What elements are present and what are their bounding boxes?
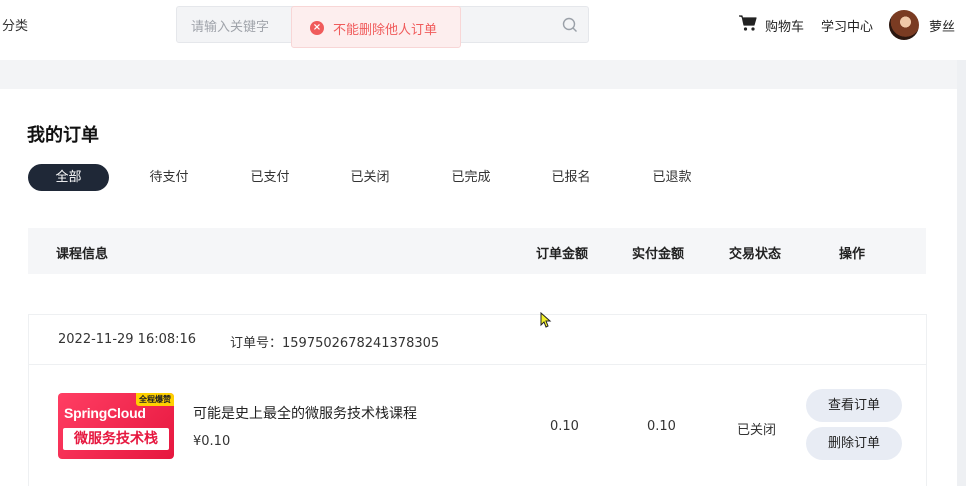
category-menu[interactable]: 分类 (2, 15, 28, 34)
order-number: 订单号：1597502678241378305 (230, 336, 440, 351)
column-trade-status: 交易状态 (729, 247, 782, 262)
search-icon[interactable] (561, 16, 579, 34)
cart-icon[interactable] (738, 14, 758, 32)
tab-closed[interactable]: 已关闭 (338, 164, 402, 191)
course-thumbnail[interactable]: 全程爆赞 SpringCloud 微服务技术栈 (58, 393, 174, 459)
order-date: 2022-11-29 16:08:16 (58, 332, 197, 347)
trade-status: 已关闭 (737, 423, 777, 438)
delete-order-button[interactable]: 删除订单 (806, 427, 902, 460)
error-circle-icon: × (310, 21, 324, 35)
course-name[interactable]: 可能是史上最全的微服务技术栈课程 (193, 403, 417, 423)
thumbnail-subtitle: 微服务技术栈 (63, 428, 169, 450)
search-input[interactable]: 请输入关键字 (191, 16, 269, 35)
thumbnail-title: SpringCloud (64, 405, 146, 421)
mouse-cursor-icon (540, 312, 552, 328)
cart-link[interactable]: 购物车 (765, 16, 804, 35)
scrollbar-track[interactable] (957, 60, 966, 486)
paid-amount: 0.10 (647, 419, 676, 434)
user-name[interactable]: 萝丝 (929, 16, 955, 35)
order-header: 2022-11-29 16:08:16 订单号：1597502678241378… (29, 315, 926, 365)
tab-all[interactable]: 全部 (28, 164, 109, 191)
view-order-button[interactable]: 查看订单 (806, 389, 902, 422)
header-divider-band (0, 60, 957, 89)
tab-paid[interactable]: 已支付 (238, 164, 302, 191)
column-paid-amount: 实付金额 (632, 247, 685, 262)
avatar[interactable] (889, 10, 919, 40)
error-toast: × 不能删除他人订单 (291, 6, 461, 48)
top-header: 分类 请输入关键字 × 不能删除他人订单 购物车 学习中心 萝丝 (0, 0, 966, 50)
page-title: 我的订单 (27, 125, 99, 146)
tab-enrolled[interactable]: 已报名 (539, 164, 603, 191)
toast-message: 不能删除他人订单 (333, 23, 438, 38)
order-card: 2022-11-29 16:08:16 订单号：1597502678241378… (28, 314, 927, 486)
order-amount: 0.10 (550, 419, 579, 434)
tab-completed[interactable]: 已完成 (439, 164, 503, 191)
column-actions: 操作 (839, 247, 866, 262)
column-course-info: 课程信息 (56, 247, 109, 262)
course-price: ¥0.10 (193, 434, 231, 449)
tab-pending-payment[interactable]: 待支付 (137, 164, 201, 191)
learning-center-link[interactable]: 学习中心 (821, 16, 873, 35)
tab-refunded[interactable]: 已退款 (640, 164, 704, 191)
table-header: 课程信息 订单金额 实付金额 交易状态 操作 (28, 228, 926, 274)
column-order-amount: 订单金额 (536, 247, 589, 262)
